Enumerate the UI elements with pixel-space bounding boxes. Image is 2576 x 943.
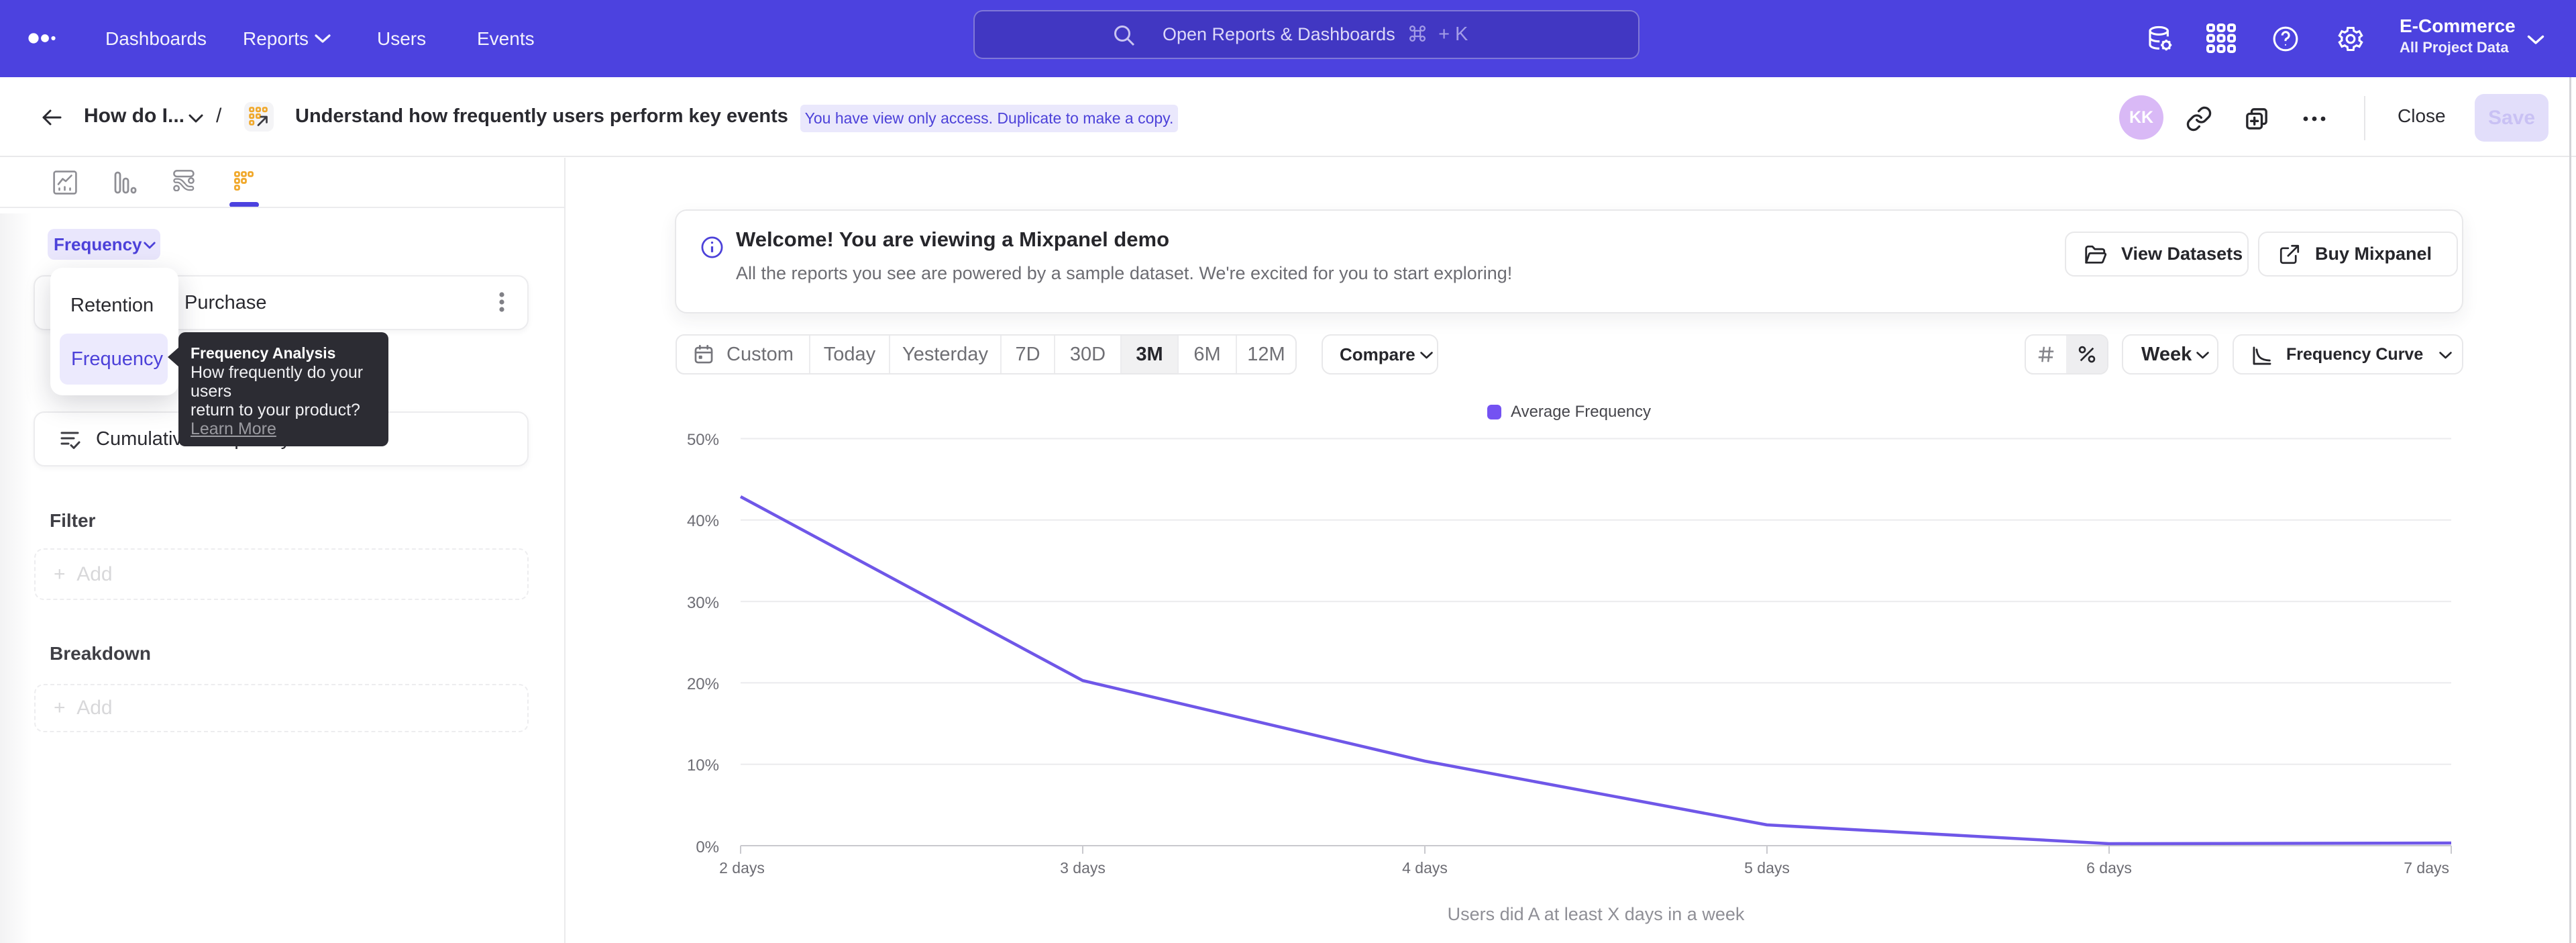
svg-text:5 days: 5 days <box>1744 859 1790 877</box>
svg-text:6 days: 6 days <box>2086 859 2132 877</box>
svg-text:0%: 0% <box>696 838 719 856</box>
svg-text:3 days: 3 days <box>1060 859 1106 877</box>
svg-text:10%: 10% <box>687 756 719 775</box>
svg-text:4 days: 4 days <box>1402 859 1448 877</box>
svg-text:30%: 30% <box>687 594 719 612</box>
svg-text:50%: 50% <box>687 431 719 449</box>
svg-text:2 days: 2 days <box>719 859 765 877</box>
svg-text:40%: 40% <box>687 512 719 530</box>
svg-text:20%: 20% <box>687 675 719 693</box>
svg-text:Average Frequency: Average Frequency <box>1511 403 1651 421</box>
svg-text:Users did A at least X days in: Users did A at least X days in a week <box>1448 904 1745 924</box>
svg-text:7 days: 7 days <box>2404 859 2449 877</box>
